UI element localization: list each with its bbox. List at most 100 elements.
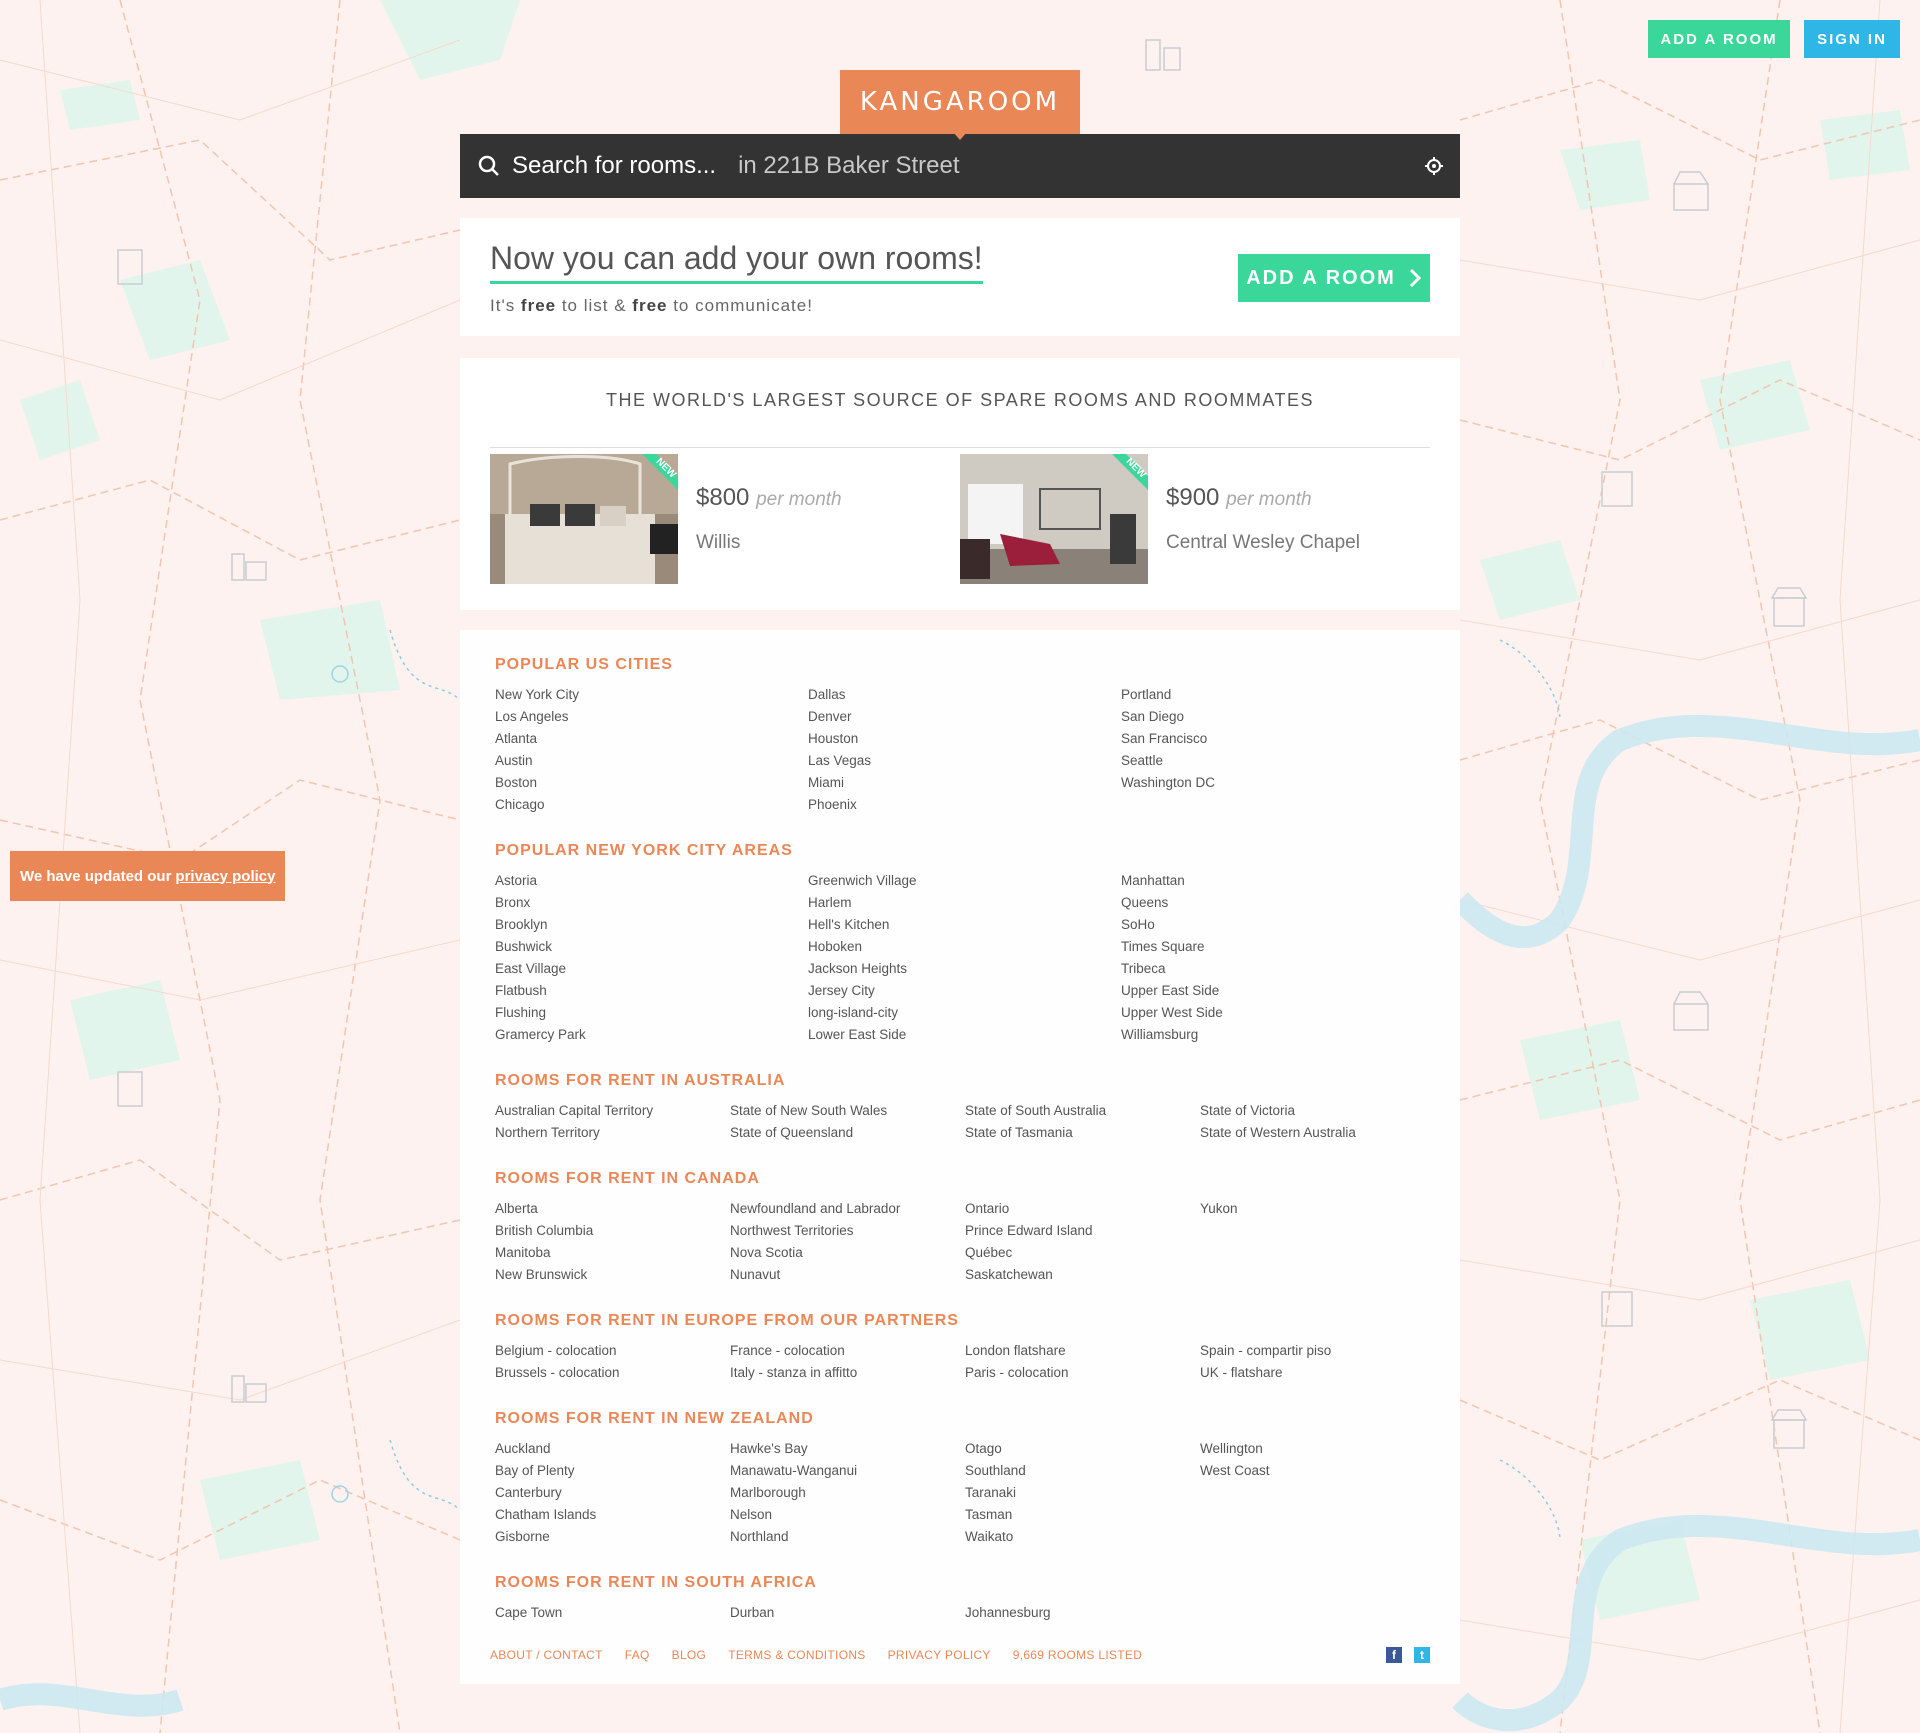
footer-link-about[interactable]: ABOUT / CONTACT	[490, 1648, 603, 1662]
footer-link-privacy[interactable]: PRIVACY POLICY	[888, 1648, 991, 1662]
region-link[interactable]: Southland	[965, 1460, 1200, 1482]
city-link[interactable]: Denver	[808, 706, 1121, 728]
area-link[interactable]: Greenwich Village	[808, 870, 1121, 892]
region-link[interactable]: Northwest Territories	[730, 1220, 965, 1242]
region-link[interactable]: Newfoundland and Labrador	[730, 1198, 965, 1220]
privacy-policy-link[interactable]: privacy policy	[175, 868, 275, 885]
area-link[interactable]: Hoboken	[808, 936, 1121, 958]
area-link[interactable]: Upper East Side	[1121, 980, 1434, 1002]
region-link[interactable]: Northland	[730, 1526, 965, 1548]
area-link[interactable]: Gramercy Park	[495, 1024, 808, 1046]
listing-photo[interactable]: NEW	[490, 454, 678, 584]
city-link[interactable]: Cape Town	[495, 1602, 730, 1624]
area-link[interactable]: Queens	[1121, 892, 1434, 914]
region-link[interactable]: Australian Capital Territory	[495, 1100, 730, 1122]
area-link[interactable]: long-island-city	[808, 1002, 1121, 1024]
region-link[interactable]: Hawke's Bay	[730, 1438, 965, 1460]
city-link[interactable]: Seattle	[1121, 750, 1434, 772]
region-link[interactable]: Bay of Plenty	[495, 1460, 730, 1482]
region-link[interactable]: State of New South Wales	[730, 1100, 965, 1122]
city-link[interactable]: Chicago	[495, 794, 808, 816]
region-link[interactable]: Otago	[965, 1438, 1200, 1460]
partner-link[interactable]: France - colocation	[730, 1340, 965, 1362]
city-link[interactable]: Dallas	[808, 684, 1121, 706]
city-link[interactable]: Las Vegas	[808, 750, 1121, 772]
area-link[interactable]: Astoria	[495, 870, 808, 892]
city-link[interactable]: Johannesburg	[965, 1602, 1200, 1624]
partner-link[interactable]: Brussels - colocation	[495, 1362, 730, 1384]
region-link[interactable]: British Columbia	[495, 1220, 730, 1242]
region-link[interactable]: State of Victoria	[1200, 1100, 1435, 1122]
facebook-icon[interactable]: f	[1386, 1647, 1402, 1663]
region-link[interactable]: Prince Edward Island	[965, 1220, 1200, 1242]
area-link[interactable]: Harlem	[808, 892, 1121, 914]
region-link[interactable]: Nunavut	[730, 1264, 965, 1286]
partner-link[interactable]: UK - flatshare	[1200, 1362, 1435, 1384]
city-link[interactable]: Los Angeles	[495, 706, 808, 728]
area-link[interactable]: Bushwick	[495, 936, 808, 958]
region-link[interactable]: New Brunswick	[495, 1264, 730, 1286]
city-link[interactable]: Austin	[495, 750, 808, 772]
region-link[interactable]: Gisborne	[495, 1526, 730, 1548]
region-link[interactable]: Saskatchewan	[965, 1264, 1200, 1286]
area-link[interactable]: Lower East Side	[808, 1024, 1121, 1046]
region-link[interactable]: Québec	[965, 1242, 1200, 1264]
partner-link[interactable]: Paris - colocation	[965, 1362, 1200, 1384]
city-link[interactable]: San Francisco	[1121, 728, 1434, 750]
area-link[interactable]: Bronx	[495, 892, 808, 914]
area-link[interactable]: Flushing	[495, 1002, 808, 1024]
region-link[interactable]: Ontario	[965, 1198, 1200, 1220]
search-bar[interactable]: Search for rooms... in 221B Baker Street	[460, 134, 1460, 198]
area-link[interactable]: Flatbush	[495, 980, 808, 1002]
partner-link[interactable]: Belgium - colocation	[495, 1340, 730, 1362]
area-link[interactable]: Jersey City	[808, 980, 1121, 1002]
region-link[interactable]: State of Tasmania	[965, 1122, 1200, 1144]
header-add-room-button[interactable]: ADD A ROOM	[1648, 20, 1790, 58]
twitter-icon[interactable]: t	[1414, 1647, 1430, 1663]
listing-card[interactable]: NEW $900 per month Central Wesley Chapel	[960, 454, 1410, 584]
area-link[interactable]: East Village	[495, 958, 808, 980]
area-link[interactable]: Jackson Heights	[808, 958, 1121, 980]
region-link[interactable]: Chatham Islands	[495, 1504, 730, 1526]
region-link[interactable]: Taranaki	[965, 1482, 1200, 1504]
region-link[interactable]: Yukon	[1200, 1198, 1435, 1220]
region-link[interactable]: Marlborough	[730, 1482, 965, 1504]
region-link[interactable]: State of South Australia	[965, 1100, 1200, 1122]
city-link[interactable]: Boston	[495, 772, 808, 794]
region-link[interactable]: Nelson	[730, 1504, 965, 1526]
region-link[interactable]: State of Western Australia	[1200, 1122, 1435, 1144]
city-link[interactable]: Miami	[808, 772, 1121, 794]
footer-link-faq[interactable]: FAQ	[625, 1648, 650, 1662]
listing-photo[interactable]: NEW	[960, 454, 1148, 584]
region-link[interactable]: Northern Territory	[495, 1122, 730, 1144]
listing-card[interactable]: NEW $800 per month Willis	[490, 454, 940, 584]
region-link[interactable]: Wellington	[1200, 1438, 1435, 1460]
city-link[interactable]: Houston	[808, 728, 1121, 750]
search-location[interactable]: in 221B Baker Street	[738, 152, 959, 180]
region-link[interactable]: Manitoba	[495, 1242, 730, 1264]
region-link[interactable]: Tasman	[965, 1504, 1200, 1526]
add-room-button[interactable]: ADD A ROOM	[1238, 254, 1430, 302]
region-link[interactable]: West Coast	[1200, 1460, 1435, 1482]
region-link[interactable]: Auckland	[495, 1438, 730, 1460]
area-link[interactable]: Williamsburg	[1121, 1024, 1434, 1046]
region-link[interactable]: Nova Scotia	[730, 1242, 965, 1264]
region-link[interactable]: Waikato	[965, 1526, 1200, 1548]
city-link[interactable]: Durban	[730, 1602, 965, 1624]
footer-rooms-count[interactable]: 9,669 ROOMS LISTED	[1013, 1648, 1142, 1662]
city-link[interactable]: Portland	[1121, 684, 1434, 706]
partner-link[interactable]: London flatshare	[965, 1340, 1200, 1362]
city-link[interactable]: Atlanta	[495, 728, 808, 750]
city-link[interactable]: San Diego	[1121, 706, 1434, 728]
search-input[interactable]: Search for rooms...	[512, 152, 716, 180]
sign-in-button[interactable]: SIGN IN	[1804, 20, 1900, 58]
region-link[interactable]: State of Queensland	[730, 1122, 965, 1144]
footer-link-terms[interactable]: TERMS & CONDITIONS	[728, 1648, 865, 1662]
partner-link[interactable]: Italy - stanza in affitto	[730, 1362, 965, 1384]
area-link[interactable]: Times Square	[1121, 936, 1434, 958]
area-link[interactable]: Upper West Side	[1121, 1002, 1434, 1024]
region-link[interactable]: Canterbury	[495, 1482, 730, 1504]
region-link[interactable]: Manawatu-Wanganui	[730, 1460, 965, 1482]
city-link[interactable]: Washington DC	[1121, 772, 1434, 794]
city-link[interactable]: New York City	[495, 684, 808, 706]
